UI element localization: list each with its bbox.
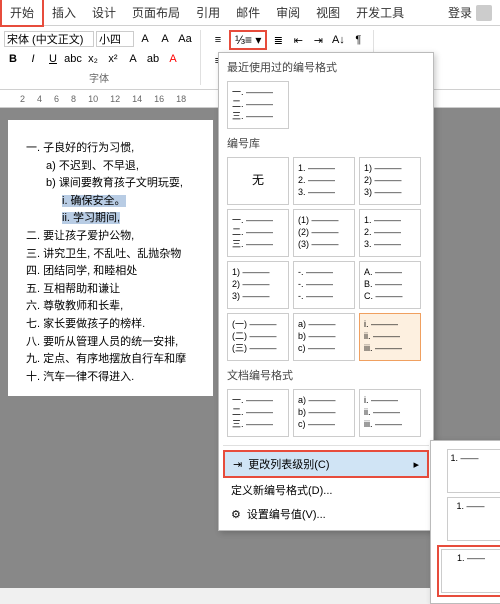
decrease-indent-icon[interactable]: ⇤ [289, 31, 307, 49]
multilevel-icon[interactable]: ≣ [269, 31, 287, 49]
change-list-level[interactable]: ⇥更改列表级别(C)▸ [223, 450, 429, 478]
list-item: ii. 学习期间, [62, 210, 203, 228]
numbering-option-num2[interactable]: 1. ———2. ———3. ——— [359, 209, 421, 257]
numbering-option-upper[interactable]: A. ———B. ———C. ——— [359, 261, 421, 309]
strike-icon[interactable]: abc [64, 50, 82, 68]
tab-mailings[interactable]: 邮件 [228, 0, 268, 25]
list-item: b) 课间要教育孩子文明玩耍, [46, 175, 203, 193]
font-family-select[interactable] [4, 31, 94, 47]
login-link[interactable]: 登录 [440, 0, 500, 25]
level-option-3-highlight: 1. —— [437, 545, 500, 597]
increase-indent-icon[interactable]: ⇥ [309, 31, 327, 49]
list-item: 三. 讲究卫生, 不乱吐、乱抛杂物 [26, 246, 203, 264]
numbering-option-doc1[interactable]: 一. ———二. ———三. ——— [227, 389, 289, 437]
highlight-icon[interactable]: ab [144, 50, 162, 68]
list-item: 七. 家长要做孩子的榜样. [26, 316, 203, 334]
numbering-option-numP2[interactable]: 1) ———2) ———3) ——— [227, 261, 289, 309]
list-item: 十. 汽车一律不得进入. [26, 369, 203, 387]
list-item: a) 不迟到、不早退, [46, 158, 203, 176]
numbering-option-lower[interactable]: a) ———b) ———c) ——— [293, 313, 355, 361]
avatar-icon [476, 5, 492, 21]
numbering-option-none[interactable]: 无 [227, 157, 289, 205]
sort-icon[interactable]: A↓ [329, 31, 347, 49]
tab-review[interactable]: 审阅 [268, 0, 308, 25]
clear-format-icon[interactable]: Aa [176, 30, 194, 48]
numbering-option-cjkP[interactable]: (一) ———(二) ———(三) ——— [227, 313, 289, 361]
level-submenu: 1. —— 1. —— 1. —— [430, 440, 500, 604]
tab-insert[interactable]: 插入 [44, 0, 84, 25]
list-item: 一. 子良好的行为习惯, [26, 140, 203, 158]
tab-bar: 开始 插入 设计 页面布局 引用 邮件 审阅 视图 开发工具 登录 [0, 0, 500, 26]
level-option-2[interactable]: 1. —— [447, 497, 500, 541]
italic-icon[interactable]: I [24, 50, 42, 68]
decrease-font-icon[interactable]: A [156, 30, 174, 48]
tab-design[interactable]: 设计 [84, 0, 124, 25]
indent-icon: ⇥ [233, 458, 242, 471]
numbering-button[interactable]: ⅓≡ ▾ [229, 30, 267, 50]
tab-references[interactable]: 引用 [188, 0, 228, 25]
numbering-option-num[interactable]: 1. ———2. ———3. ——— [293, 157, 355, 205]
recent-label: 最近使用过的编号格式 [223, 57, 429, 77]
font-size-select[interactable] [96, 31, 134, 47]
tab-developer[interactable]: 开发工具 [348, 0, 412, 25]
tab-view[interactable]: 视图 [308, 0, 348, 25]
tab-layout[interactable]: 页面布局 [124, 0, 188, 25]
font-color-icon[interactable]: A [164, 50, 182, 68]
bold-icon[interactable]: B [4, 50, 22, 68]
numbering-option-roman[interactable]: i. ———ii. ———iii. ——— [359, 313, 421, 361]
numbering-option-doc2[interactable]: a) ———b) ———c) ——— [293, 389, 355, 437]
text-effect-icon[interactable]: A [124, 50, 142, 68]
numbering-option-cjk[interactable]: 一. ———二. ———三. ——— [227, 81, 289, 129]
tab-home[interactable]: 开始 [0, 0, 44, 27]
numbering-option-cjk2[interactable]: 一. ———二. ———三. ——— [227, 209, 289, 257]
doclib-label: 文档编号格式 [223, 365, 429, 385]
define-new-format[interactable]: 定义新编号格式(D)... [223, 478, 429, 502]
numbering-option-numP[interactable]: 1) ———2) ———3) ——— [359, 157, 421, 205]
page[interactable]: 一. 子良好的行为习惯, a) 不迟到、不早退, b) 课间要教育孩子文明玩耍,… [8, 120, 213, 396]
level-option-3[interactable]: 1. —— [441, 549, 500, 593]
list-item: 四. 团结同学, 和睦相处 [26, 263, 203, 281]
gear-icon: ⚙ [231, 508, 241, 521]
library-label: 编号库 [223, 133, 429, 153]
list-item: 九. 定点、有序地摆放自行车和摩 [26, 351, 203, 369]
chevron-right-icon: ▸ [413, 458, 419, 471]
list-item: 五. 互相帮助和谦让 [26, 281, 203, 299]
numbering-dropdown: 最近使用过的编号格式 一. ———二. ———三. ——— 编号库 无 1. —… [218, 52, 434, 531]
numbering-option-paren[interactable]: (1) ———(2) ———(3) ——— [293, 209, 355, 257]
level-option-1[interactable]: 1. —— [447, 449, 500, 493]
superscript-icon[interactable]: x² [104, 50, 122, 68]
numbering-option-doc3[interactable]: i. ———ii. ———iii. ——— [359, 389, 421, 437]
subscript-icon[interactable]: x₂ [84, 50, 102, 68]
numbering-option-dash[interactable]: -. ———-. ———-. ——— [293, 261, 355, 309]
font-group: A A Aa B I U abc x₂ x² A ab A 字体 [4, 30, 201, 85]
list-item: i. 确保安全。 [62, 193, 203, 211]
set-number-value[interactable]: ⚙设置编号值(V)... [223, 502, 429, 526]
increase-font-icon[interactable]: A [136, 30, 154, 48]
bullets-icon[interactable]: ≡ [209, 31, 227, 49]
font-group-label: 字体 [4, 70, 194, 85]
show-marks-icon[interactable]: ¶ [349, 31, 367, 49]
list-item: 八. 要听从管理人员的统一安排, [26, 334, 203, 352]
underline-icon[interactable]: U [44, 50, 62, 68]
list-item: 二. 要让孩子爱护公物, [26, 228, 203, 246]
list-item: 六. 尊敬教师和长辈, [26, 298, 203, 316]
